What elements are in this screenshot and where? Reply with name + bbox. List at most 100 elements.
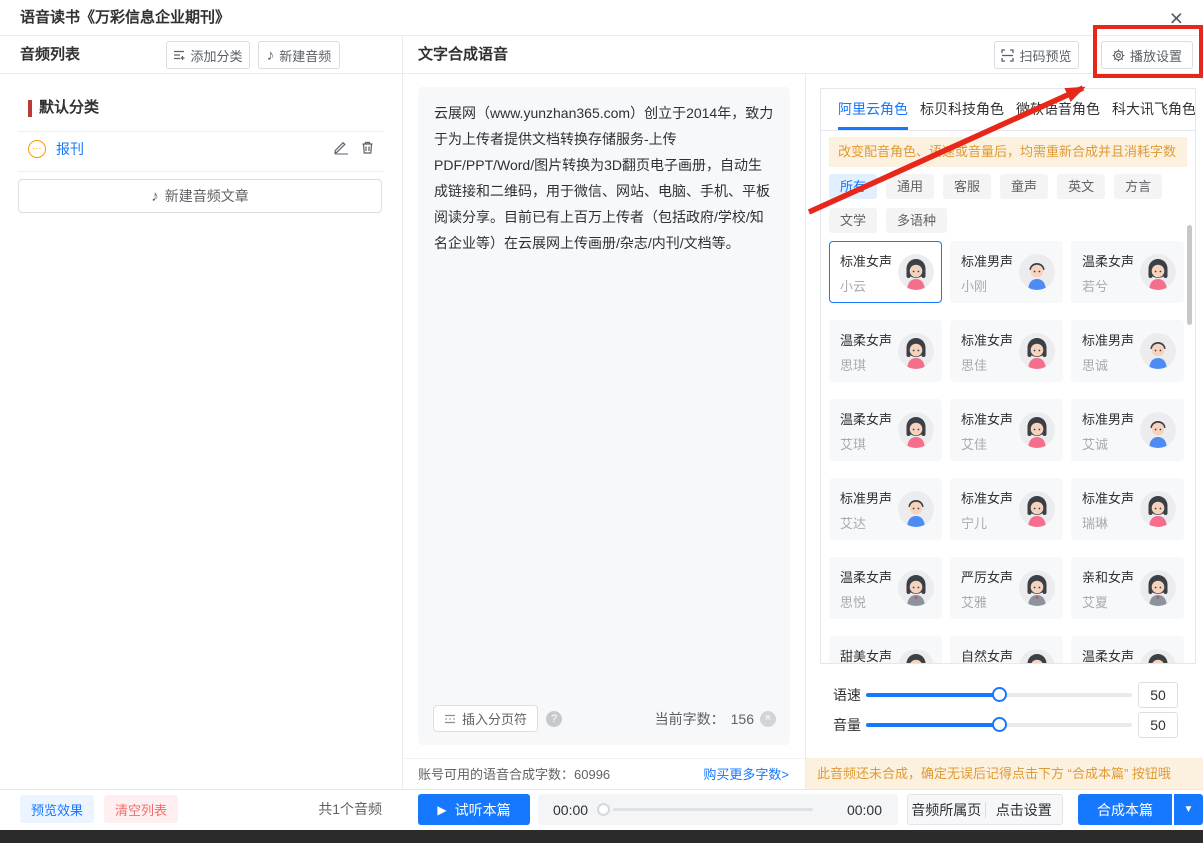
title-bar: 语音读书《万彩信息企业期刊》 × bbox=[0, 0, 1203, 36]
voice-card[interactable]: 标准女声小云 bbox=[829, 241, 942, 303]
synthesize-dropdown-icon[interactable]: ▼ bbox=[1174, 794, 1203, 825]
voice-avatar-icon bbox=[1019, 570, 1055, 606]
volume-slider-fill bbox=[866, 723, 999, 727]
voice-card[interactable]: 标准男声艾达 bbox=[829, 478, 942, 540]
player-progress-track[interactable] bbox=[613, 808, 813, 811]
speed-slider[interactable] bbox=[866, 693, 1132, 697]
voice-card[interactable]: 甜美女声 bbox=[829, 636, 942, 664]
synthesize-button[interactable]: 合成本篇 bbox=[1078, 794, 1172, 825]
speed-slider-knob[interactable] bbox=[992, 687, 1007, 702]
voice-avatar-icon bbox=[898, 649, 934, 664]
audio-list-item[interactable]: ··· 报刊 bbox=[0, 137, 402, 171]
voice-avatar-icon bbox=[898, 570, 934, 606]
elapsed-time: 00:00 bbox=[553, 802, 588, 818]
voice-card[interactable]: 标准男声思诚 bbox=[1071, 320, 1184, 382]
voice-card[interactable]: 亲和女声艾夏 bbox=[1071, 557, 1184, 619]
voice-filter-chip[interactable]: 多语种 bbox=[886, 208, 947, 233]
voice-card[interactable]: 温柔女声若兮 bbox=[1071, 241, 1184, 303]
voice-filter-chip[interactable]: 文学 bbox=[829, 208, 877, 233]
audio-page-setting-group[interactable]: 音频所属页 点击设置 bbox=[907, 794, 1063, 825]
voice-card[interactable]: 温柔女声艾琪 bbox=[829, 399, 942, 461]
tts-text-editor[interactable]: 云展网（www.yunzhan365.com）创立于2014年，致力于为上传者提… bbox=[418, 87, 790, 745]
click-setting-label[interactable]: 点击设置 bbox=[986, 800, 1063, 820]
char-count-label: 当前字数： bbox=[655, 709, 725, 729]
total-time: 00:00 bbox=[847, 802, 882, 818]
voice-card[interactable]: 温柔女声思悦 bbox=[829, 557, 942, 619]
voice-filter-chip[interactable]: 所有 bbox=[829, 174, 877, 199]
volume-slider-row: 音量 50 bbox=[820, 712, 1203, 738]
category-color-bar bbox=[28, 100, 32, 117]
account-chars-row: 账号可用的语音合成字数：60996 购买更多字数> bbox=[403, 758, 805, 789]
voice-filter-chip[interactable]: 英文 bbox=[1057, 174, 1105, 199]
voice-card[interactable]: 温柔女声思琪 bbox=[829, 320, 942, 382]
voice-card[interactable]: 标准女声艾佳 bbox=[950, 399, 1063, 461]
scan-preview-button[interactable]: 扫码预览 bbox=[994, 41, 1079, 69]
volume-value-input[interactable]: 50 bbox=[1138, 712, 1178, 738]
voice-list-scrollbar[interactable] bbox=[1187, 225, 1192, 325]
preview-effect-button[interactable]: 预览效果 bbox=[20, 795, 94, 823]
play-settings-button[interactable]: 播放设置 bbox=[1101, 41, 1193, 69]
speed-value-input[interactable]: 50 bbox=[1138, 682, 1178, 708]
voice-filter-chip[interactable]: 客服 bbox=[943, 174, 991, 199]
voice-avatar-icon bbox=[1019, 491, 1055, 527]
voice-provider-tab[interactable]: 微软语音角色 bbox=[1016, 89, 1100, 130]
add-category-icon bbox=[173, 49, 185, 61]
voice-avatar-icon bbox=[898, 254, 934, 290]
voice-filter-chip[interactable]: 方言 bbox=[1114, 174, 1162, 199]
audio-item-label[interactable]: 报刊 bbox=[56, 139, 84, 159]
voice-card[interactable]: 标准男声艾诚 bbox=[1071, 399, 1184, 461]
music-note-icon: ♪ bbox=[267, 47, 275, 64]
new-audio-article-button[interactable]: ♪ 新建音频文章 bbox=[18, 179, 382, 213]
speed-label: 语速 bbox=[833, 685, 861, 705]
volume-slider[interactable] bbox=[866, 723, 1132, 727]
voice-avatar-icon bbox=[898, 491, 934, 527]
gear-icon bbox=[1112, 49, 1125, 62]
voice-role-panel: 阿里云角色标贝科技角色微软语音角色科大讯飞角色 改变配音角色、语速或音量后，均需… bbox=[820, 88, 1196, 664]
tts-text-content[interactable]: 云展网（www.yunzhan365.com）创立于2014年，致力于为上传者提… bbox=[418, 87, 790, 269]
help-icon[interactable]: ? bbox=[546, 711, 562, 727]
voice-avatar-icon bbox=[1140, 254, 1176, 290]
volume-slider-knob[interactable] bbox=[992, 717, 1007, 732]
voice-card[interactable]: 严厉女声艾雅 bbox=[950, 557, 1063, 619]
account-chars-label: 账号可用的语音合成字数： bbox=[418, 767, 574, 782]
voice-avatar-icon bbox=[1019, 333, 1055, 369]
voice-avatar-icon bbox=[898, 412, 934, 448]
char-count-value: 156 bbox=[731, 711, 754, 727]
audio-player-bar: 00:00 00:00 bbox=[538, 794, 898, 825]
voice-provider-tab[interactable]: 科大讯飞角色 bbox=[1112, 89, 1196, 130]
tts-header: 文字合成语音 bbox=[418, 36, 508, 74]
player-seek-knob[interactable] bbox=[597, 803, 610, 816]
voice-avatar-icon bbox=[1140, 333, 1176, 369]
voice-avatar-icon bbox=[1019, 412, 1055, 448]
add-category-button[interactable]: 添加分类 bbox=[166, 41, 250, 69]
panel-header-row: 音频列表 添加分类 ♪ 新建音频 文字合成语音 扫码预览 播放设置 bbox=[0, 36, 1203, 74]
voice-card[interactable]: 标准女声宁儿 bbox=[950, 478, 1063, 540]
clear-list-button[interactable]: 清空列表 bbox=[104, 795, 178, 823]
volume-label: 音量 bbox=[833, 715, 861, 735]
voice-avatar-icon bbox=[1019, 254, 1055, 290]
voice-provider-tab[interactable]: 标贝科技角色 bbox=[920, 89, 1004, 130]
speed-slider-row: 语速 50 bbox=[820, 682, 1203, 708]
voice-avatar-icon bbox=[898, 333, 934, 369]
voice-card[interactable]: 自然女声 bbox=[950, 636, 1063, 664]
voice-filter-chip[interactable]: 通用 bbox=[886, 174, 934, 199]
insert-pagebreak-button[interactable]: 插入分页符 bbox=[433, 705, 538, 732]
clear-count-icon[interactable]: × bbox=[760, 711, 776, 727]
delete-icon[interactable] bbox=[360, 140, 375, 155]
buy-more-chars-link[interactable]: 购买更多字数> bbox=[703, 759, 789, 790]
close-icon[interactable]: × bbox=[1170, 3, 1183, 33]
voice-filter-chip[interactable]: 童声 bbox=[1000, 174, 1048, 199]
voice-card[interactable]: 标准女声思佳 bbox=[950, 320, 1063, 382]
voice-card[interactable]: 标准男声小刚 bbox=[950, 241, 1063, 303]
edit-icon[interactable] bbox=[334, 140, 349, 155]
voice-card[interactable]: 温柔女声 bbox=[1071, 636, 1184, 664]
voice-card[interactable]: 标准女声瑞琳 bbox=[1071, 478, 1184, 540]
speed-slider-fill bbox=[866, 693, 999, 697]
audio-page-label: 音频所属页 bbox=[908, 800, 985, 820]
account-chars-value: 60996 bbox=[574, 767, 610, 782]
voice-provider-tab[interactable]: 阿里云角色 bbox=[838, 89, 908, 130]
listen-button[interactable]: ▶ 试听本篇 bbox=[418, 794, 530, 825]
divider bbox=[18, 131, 384, 132]
new-audio-button[interactable]: ♪ 新建音频 bbox=[258, 41, 340, 69]
page-title: 语音读书《万彩信息企业期刊》 bbox=[20, 0, 230, 36]
